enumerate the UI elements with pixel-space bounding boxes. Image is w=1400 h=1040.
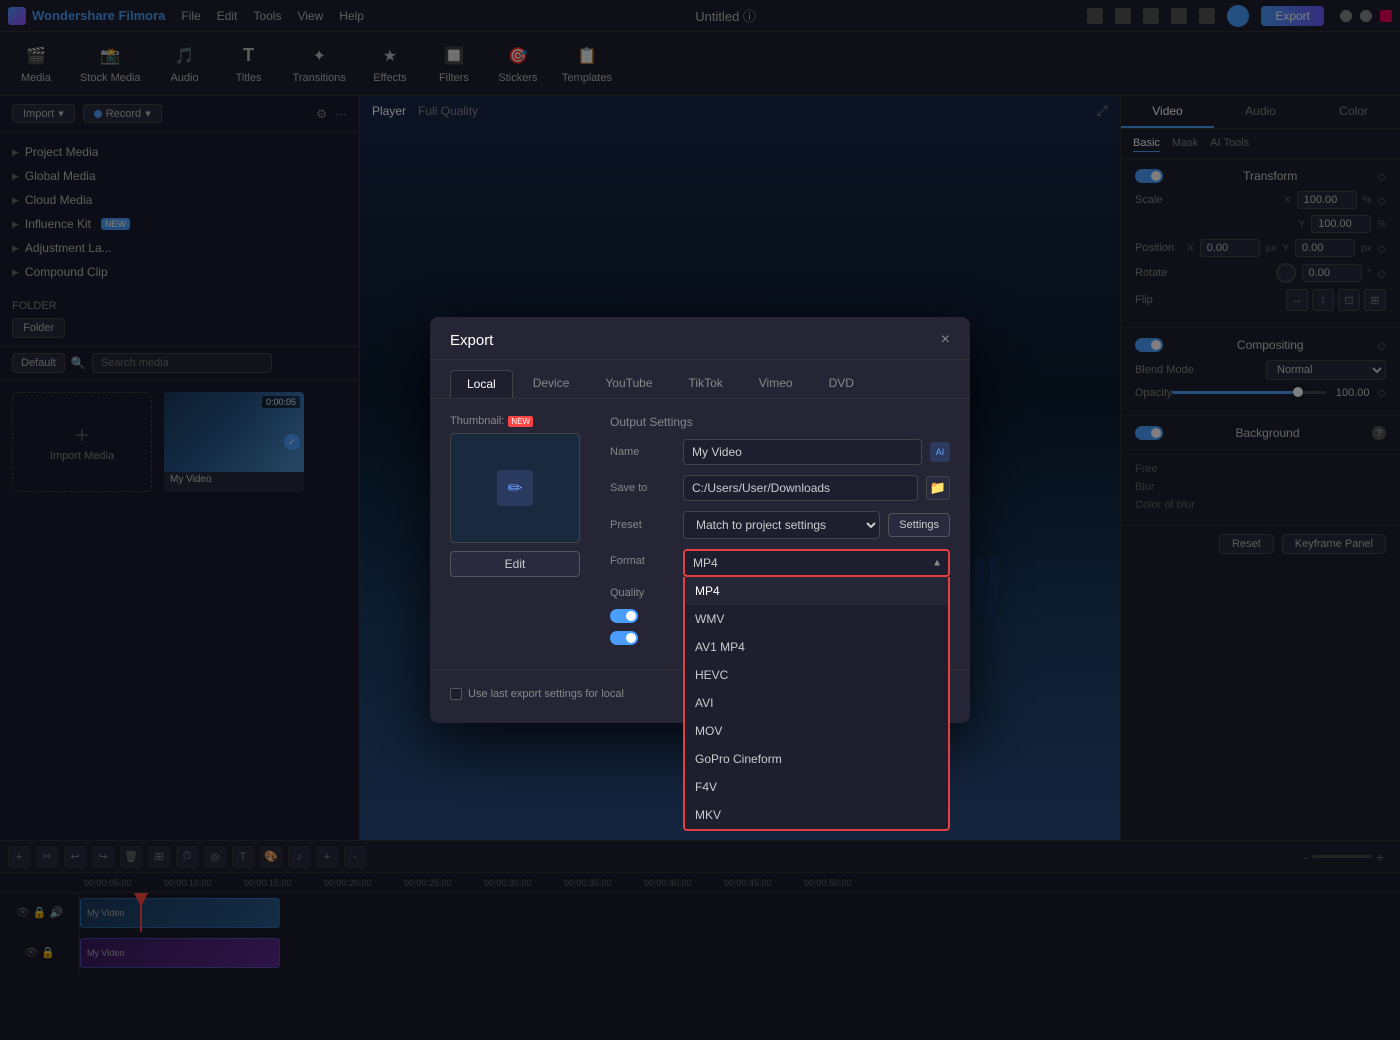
use-last-export-checkbox[interactable] [450,688,462,700]
format-option-wmv[interactable]: WMV [685,605,948,633]
thumbnail-box: ✏ [450,433,580,543]
export-modal: Export × Local Device YouTube TikTok Vim… [430,317,970,723]
output-settings-title: Output Settings [610,415,950,429]
edit-thumbnail-button[interactable]: Edit [450,551,580,577]
save-to-label: Save to [610,482,675,494]
output-settings: Output Settings Name AI Save to 📁 Preset [610,415,950,653]
format-option-mkv[interactable]: MKV [685,801,948,829]
browse-folder-button[interactable]: 📁 [926,476,950,500]
use-last-export: Use last export settings for local [450,688,624,700]
format-option-f4v[interactable]: F4V [685,773,948,801]
modal-tabs: Local Device YouTube TikTok Vimeo DVD [430,360,970,399]
format-dropdown: MP4 WMV AV1 MP4 HEVC AVI MOV GoPro Cinef… [683,577,950,831]
format-display[interactable]: MP4 [683,549,950,577]
modal-tab-dvd[interactable]: DVD [813,370,870,398]
format-option-mov[interactable]: MOV [685,717,948,745]
format-option-mp4[interactable]: MP4 [685,577,948,605]
modal-header: Export × [430,317,970,360]
name-row: Name AI [610,439,950,465]
modal-body: Thumbnail: NEW ✏ Edit Output Settings Na… [430,399,970,669]
preset-row: Preset Match to project settings Setting… [610,511,950,539]
preset-select[interactable]: Match to project settings [683,511,880,539]
modal-tab-local[interactable]: Local [450,370,513,398]
modal-tab-vimeo[interactable]: Vimeo [743,370,809,398]
format-option-avi[interactable]: AVI [685,689,948,717]
format-option-hevc[interactable]: HEVC [685,661,948,689]
format-select-wrapper: MP4 ▲ MP4 WMV AV1 MP4 HEVC AVI MOV GoPro… [683,549,950,577]
name-label: Name [610,446,675,458]
modal-overlay: Export × Local Device YouTube TikTok Vim… [0,0,1400,1040]
modal-tab-tiktok[interactable]: TikTok [673,370,739,398]
preset-label: Preset [610,519,675,531]
name-input[interactable] [683,439,922,465]
toggle-2[interactable] [610,631,638,645]
save-to-input[interactable] [683,475,918,501]
thumbnail-area: Thumbnail: NEW ✏ Edit [450,415,590,653]
use-last-export-label: Use last export settings for local [468,688,624,700]
save-to-row: Save to 📁 [610,475,950,501]
format-option-gopro[interactable]: GoPro Cineform [685,745,948,773]
thumbnail-new-badge: NEW [508,416,533,427]
thumbnail-label: Thumbnail: NEW [450,415,590,427]
modal-title: Export [450,332,493,349]
toggle-1[interactable] [610,609,638,623]
thumbnail-pencil-icon: ✏ [497,470,533,506]
modal-close-button[interactable]: × [941,331,950,349]
modal-tab-youtube[interactable]: YouTube [589,370,668,398]
modal-tab-device[interactable]: Device [517,370,586,398]
format-label: Format [610,555,675,567]
quality-label: Quality [610,587,675,599]
format-row: Format MP4 ▲ MP4 WMV AV1 MP4 HEVC AVI MO [610,549,950,577]
preset-settings-button[interactable]: Settings [888,513,950,537]
ai-name-icon[interactable]: AI [930,442,950,462]
format-option-av1mp4[interactable]: AV1 MP4 [685,633,948,661]
